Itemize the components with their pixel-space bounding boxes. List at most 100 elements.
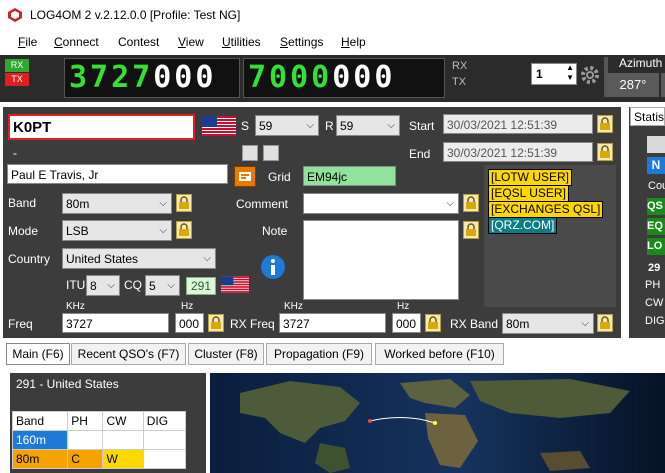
chevron-down-icon: ⌵ <box>306 120 314 131</box>
stats-button[interactable] <box>647 136 665 153</box>
rst-received-select[interactable]: 59 ⌵ <box>336 115 400 136</box>
mode-select[interactable]: LSB ⌵ <box>62 220 172 241</box>
country-value: United States <box>66 252 139 266</box>
itu-label: ITU <box>66 278 86 292</box>
grid-label: Grid <box>268 170 291 184</box>
freq-hz-input[interactable]: 000 <box>175 313 204 333</box>
gear-icon[interactable] <box>579 64 601 86</box>
lock-icon[interactable] <box>208 314 224 332</box>
qrz-link-badge[interactable]: [QRZ.COM] <box>488 217 558 234</box>
freq-hz-unit: Hz <box>181 301 194 312</box>
chevron-down-icon: ⌵ <box>581 318 589 329</box>
qsl-sent-checkbox[interactable] <box>242 145 258 161</box>
window-title: LOG4OM 2 v.2.12.0.0 [Profile: Test NG] <box>30 8 241 22</box>
rxfreq-hz-input[interactable]: 000 <box>392 313 421 333</box>
band-select[interactable]: 80m ⌵ <box>62 193 172 214</box>
menu-bar: File Connect Contest View Utilities Sett… <box>0 30 665 54</box>
itu-select[interactable]: 8 ⌵ <box>86 275 120 296</box>
tab-statistics[interactable]: Statis <box>630 107 665 126</box>
country-select[interactable]: United States ⌵ <box>62 248 216 269</box>
rxfreq-input[interactable]: 3727 <box>279 313 386 333</box>
stats-lotw-badge: LO <box>647 238 665 255</box>
dig-cell <box>142 430 187 450</box>
start-time-input[interactable]: 30/03/2021 12:51:39 <box>443 114 593 134</box>
rxband-select[interactable]: 80m ⌵ <box>502 313 594 334</box>
lock-icon[interactable] <box>176 221 192 239</box>
ph-cell <box>67 430 104 450</box>
menu-view[interactable]: View <box>178 35 204 49</box>
tx-indicator: TX <box>5 73 29 86</box>
radio-selector[interactable]: 1 ▲ ▼ <box>531 63 577 85</box>
main-frequency-display[interactable]: 3727000 <box>64 58 240 98</box>
menu-settings[interactable]: Settings <box>280 35 323 49</box>
lock-icon[interactable] <box>176 194 192 212</box>
column-header: Band <box>11 411 69 431</box>
world-map[interactable] <box>210 373 665 473</box>
grid-input[interactable]: EM94jc <box>303 166 396 186</box>
title-bar: LOG4OM 2 v.2.12.0.0 [Profile: Test NG] <box>0 0 665 30</box>
menu-label: ettings <box>288 35 324 49</box>
band-cell: 160m <box>11 430 69 450</box>
lotw-user-badge[interactable]: [LOTW USER] <box>488 169 573 186</box>
cw-cell <box>102 430 144 450</box>
lock-icon[interactable] <box>597 314 613 332</box>
tab-recent-qsos[interactable]: Recent QSO's (F7) <box>71 343 186 365</box>
menu-utilities[interactable]: Utilities <box>222 35 261 49</box>
column-header: DIG <box>142 411 187 431</box>
usa-flag-small-icon <box>221 276 249 293</box>
chevron-down-icon: ⌵ <box>159 225 167 236</box>
worked-band-table: Band PH CW DIG 160m 80m C W <box>11 411 187 469</box>
app-logo-icon <box>8 8 22 22</box>
cq-select[interactable]: 5 ⌵ <box>145 275 180 296</box>
menu-connect[interactable]: Connect <box>54 35 99 49</box>
lock-icon[interactable] <box>425 314 441 332</box>
country-label: Country <box>8 252 51 266</box>
rx-indicator: RX <box>5 59 29 72</box>
tab-main[interactable]: Main (F6) <box>6 343 70 365</box>
menu-file[interactable]: File <box>18 35 37 49</box>
chevron-down-icon: ⌵ <box>167 280 175 291</box>
secondary-frequency-display[interactable]: 7000000 <box>243 58 445 98</box>
end-time-input[interactable]: 30/03/2021 12:51:39 <box>443 142 593 162</box>
band-value: 80m <box>66 197 90 211</box>
lock-icon[interactable] <box>463 194 479 212</box>
lookup-icon[interactable] <box>234 166 256 187</box>
comment-label: Comment <box>236 197 289 211</box>
info-icon[interactable] <box>260 254 286 280</box>
spin-down-icon[interactable]: ▼ <box>566 73 574 82</box>
exchanges-qsl-badge[interactable]: [EXCHANGES QSL] <box>488 201 604 218</box>
tab-worked-before[interactable]: Worked before (F10) <box>375 343 504 365</box>
lock-icon[interactable] <box>463 221 479 239</box>
azimuth-label: Azimuth <box>619 56 663 70</box>
rst-sent-select[interactable]: 59 ⌵ <box>255 115 319 136</box>
menu-help[interactable]: Help <box>341 35 366 49</box>
column-header: CW <box>102 411 144 431</box>
table-row[interactable]: 160m <box>11 430 187 450</box>
chevron-down-icon: ⌵ <box>159 198 167 209</box>
cq-label: CQ <box>124 278 142 292</box>
end-label: End <box>409 147 431 161</box>
eqsl-user-badge[interactable]: [EQSL USER] <box>488 185 569 202</box>
tab-cluster[interactable]: Cluster (F8) <box>188 343 264 365</box>
frequency-digits-dim: 000 <box>153 60 217 95</box>
lock-icon[interactable] <box>597 115 613 133</box>
stats-row-label: CW <box>645 297 664 309</box>
menu-label: elp <box>349 35 366 49</box>
rst-sent-label: S <box>241 119 250 133</box>
table-row[interactable]: 80m C W <box>11 449 187 469</box>
callsign-input[interactable]: K0PT <box>8 114 195 140</box>
stats-eqsl-badge: EQ <box>647 218 665 235</box>
menu-contest[interactable]: Contest <box>118 35 159 49</box>
spin-up-icon[interactable]: ▲ <box>566 63 574 72</box>
rxfreq-hz-unit: Hz <box>397 301 410 312</box>
tab-propagation[interactable]: Propagation (F9) <box>266 343 372 365</box>
comment-input[interactable]: ⌵ <box>303 193 459 214</box>
qsl-received-checkbox[interactable] <box>263 145 279 161</box>
name-input[interactable]: Paul E Travis, Jr <box>7 164 228 184</box>
start-label: Start <box>409 119 435 133</box>
rx-label: RX <box>452 60 468 72</box>
mode-value: LSB <box>66 224 89 238</box>
lock-icon[interactable] <box>597 143 613 161</box>
note-textarea[interactable] <box>303 220 459 300</box>
freq-input[interactable]: 3727 <box>62 313 169 333</box>
